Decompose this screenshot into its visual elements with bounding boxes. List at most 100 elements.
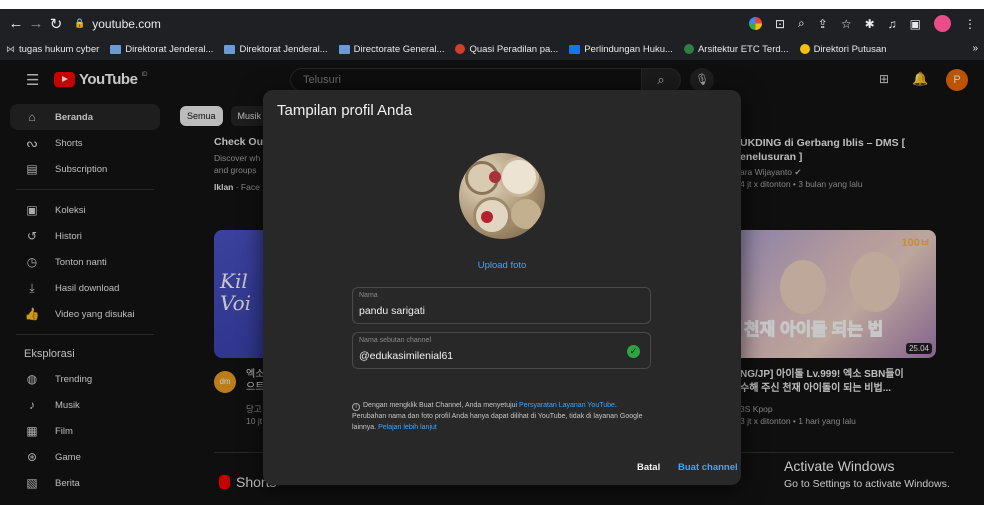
extensions-icon[interactable]: ✱ bbox=[865, 17, 875, 31]
watch-later-icon: ◷ bbox=[26, 255, 38, 269]
bookmark-item[interactable]: ⋈ tugas hukum cyber bbox=[6, 44, 99, 55]
search-button[interactable]: ⌕ bbox=[641, 68, 681, 92]
back-icon[interactable]: ← bbox=[6, 14, 26, 34]
forward-icon[interactable]: → bbox=[26, 14, 46, 34]
video-thumbnail[interactable]: 100ㅂ 천재 아이돌 되는 법 25.04 bbox=[740, 230, 936, 358]
subscriptions-icon: ▤ bbox=[26, 162, 38, 176]
handle-field-value: @edukasimilenial61 bbox=[359, 350, 454, 362]
mic-button[interactable]: 🎙 bbox=[690, 68, 714, 92]
video-meta: 3S Kpop 3 jt x ditonton • 1 hari yang lal… bbox=[740, 404, 856, 426]
upload-photo-link[interactable]: Upload foto bbox=[263, 260, 741, 271]
sidebar-item-tonton-nanti[interactable]: ◷ Tonton nanti bbox=[0, 249, 170, 275]
sidebar-item-musik[interactable]: ♪ Musik bbox=[0, 392, 170, 418]
photo-detail bbox=[499, 157, 539, 197]
bookmark-item[interactable]: Arsitektur ETC Terd... bbox=[683, 44, 789, 55]
url-text: youtube.com bbox=[92, 16, 161, 31]
star-icon[interactable]: ☆ bbox=[841, 17, 852, 31]
bookmarks-bar: ⋈ tugas hukum cyber Direktorat Jenderal..… bbox=[0, 38, 984, 60]
like-icon: 👍 bbox=[24, 307, 40, 321]
mic-icon: 🎙 bbox=[695, 74, 709, 86]
film-icon: ▦ bbox=[26, 424, 38, 438]
folder-icon bbox=[110, 44, 122, 54]
cancel-button[interactable]: Batal bbox=[637, 462, 660, 473]
create-icon[interactable]: ⊞ bbox=[879, 72, 889, 86]
bookmark-item[interactable]: Quasi Peradilan pa... bbox=[455, 44, 558, 55]
home-icon: ⌂ bbox=[28, 110, 36, 124]
google-icon[interactable] bbox=[748, 17, 762, 30]
sidebar-item-film[interactable]: ▦ Film bbox=[0, 418, 170, 444]
browser-profile-avatar[interactable] bbox=[934, 15, 951, 32]
bookmark-item[interactable]: Direktorat Jenderal... bbox=[110, 44, 213, 55]
avatar[interactable]: P bbox=[946, 69, 968, 91]
browser-toolbar: ← → ↻ 🔒 youtube.com ⊡ ⌕ ⇪ ☆ ✱ ♫ ▣ ⋮ bbox=[0, 9, 984, 38]
name-field-label: Nama bbox=[359, 292, 378, 299]
terms-link[interactable]: Persyaratan Layanan YouTube bbox=[519, 402, 615, 409]
hamburger-menu-icon[interactable]: ☰ bbox=[26, 71, 39, 89]
globe-icon bbox=[799, 44, 810, 54]
sidebar-item-histori[interactable]: ↺ Histori bbox=[0, 223, 170, 249]
ad-meta: Iklan · Face bbox=[214, 182, 260, 192]
create-channel-button[interactable]: Buat channel bbox=[678, 462, 738, 473]
youtube-logo[interactable]: YouTube ID bbox=[54, 71, 147, 88]
sidebar-item-berita[interactable]: ▧ Berita bbox=[0, 470, 170, 496]
chip-semua[interactable]: Semua bbox=[180, 106, 223, 126]
sidebar-item-game[interactable]: ⊛ Game bbox=[0, 444, 170, 470]
sidebar-item-shorts[interactable]: ᔓ Shorts bbox=[0, 130, 170, 156]
sidebar-section-heading: Eksplorasi bbox=[24, 348, 75, 360]
photo-detail bbox=[489, 171, 501, 183]
photo-detail bbox=[511, 199, 541, 229]
install-icon[interactable]: ⊡ bbox=[775, 17, 785, 31]
check-circle-icon: ✓ bbox=[627, 345, 640, 358]
ad-title[interactable]: Check Out bbox=[214, 136, 267, 148]
video-title[interactable]: UKDING di Gerbang Iblis – DMS [enelusura… bbox=[740, 136, 905, 164]
learn-more-link[interactable]: Pelajari lebih lanjut bbox=[378, 424, 437, 431]
bookmark-item[interactable]: Direktorat Jenderal... bbox=[224, 44, 328, 55]
zoom-icon[interactable]: ⌕ bbox=[798, 16, 805, 31]
address-bar[interactable]: 🔒 youtube.com bbox=[74, 17, 161, 31]
sidebar-item-video-disukai[interactable]: 👍 Video yang disukai bbox=[0, 301, 170, 327]
sidebar: ⌂ Beranda ᔓ Shorts ▤ Subscription ▣ Koleksi … bbox=[0, 104, 170, 496]
dialog-title: Tampilan profil Anda bbox=[277, 102, 413, 119]
bell-icon[interactable]: 🔔 bbox=[912, 71, 928, 87]
name-field[interactable]: Nama pandu sarigati bbox=[352, 287, 651, 324]
sidebar-item-koleksi[interactable]: ▣ Koleksi bbox=[0, 197, 170, 223]
video-title[interactable]: 엑소 으트 bbox=[246, 368, 264, 394]
video-thumbnail[interactable]: Kil Voi bbox=[214, 230, 264, 358]
media-icon[interactable]: ♫ bbox=[888, 17, 897, 31]
sidepanel-icon[interactable]: ▣ bbox=[910, 17, 921, 31]
bookmark-icon: ⋈ bbox=[6, 43, 15, 54]
youtube-play-icon bbox=[54, 72, 75, 87]
name-field-value: pandu sarigati bbox=[359, 305, 425, 317]
sidebar-item-beranda[interactable]: ⌂ Beranda bbox=[10, 104, 160, 130]
globe-icon bbox=[683, 44, 694, 54]
profile-photo[interactable] bbox=[459, 153, 545, 239]
search-input[interactable]: Telusuri bbox=[290, 68, 642, 92]
channel-avatar[interactable]: dm bbox=[214, 371, 236, 393]
terms-notice: i Dengan mengklik Buat Channel, Anda meny… bbox=[352, 402, 643, 431]
handle-field[interactable]: Nama sebutan channel @edukasimilenial61 … bbox=[352, 332, 651, 369]
profile-dialog: Tampilan profil Anda Upload foto Nama pa… bbox=[263, 90, 741, 485]
bookmark-item[interactable]: Directorate General... bbox=[338, 44, 444, 55]
shorts-icon bbox=[219, 475, 230, 489]
photo-detail bbox=[481, 211, 493, 223]
filter-chips: Semua Musik bbox=[180, 106, 269, 126]
shorts-icon: ᔓ bbox=[26, 136, 38, 150]
music-icon: ♪ bbox=[29, 398, 35, 412]
info-icon: i bbox=[352, 403, 360, 411]
handle-field-label: Nama sebutan channel bbox=[359, 337, 431, 344]
bookmark-item[interactable]: Direktori Putusan bbox=[799, 44, 886, 55]
video-title[interactable]: NG/JP] 아이돌 Lv.999! 엑소 SBN들이 수해 주신 천재 아이돌이… bbox=[740, 368, 904, 396]
duration-badge: 25.04 bbox=[905, 343, 932, 354]
reload-icon[interactable]: ↻ bbox=[46, 14, 66, 34]
sidebar-item-trending[interactable]: ◍ Trending bbox=[0, 366, 170, 392]
bookmarks-more-button[interactable]: » bbox=[972, 43, 978, 54]
sidebar-item-subscription[interactable]: ▤ Subscription bbox=[0, 156, 170, 182]
menu-icon[interactable]: ⋮ bbox=[964, 17, 976, 31]
bookmark-item[interactable]: Perlindungan Huku... bbox=[569, 44, 673, 55]
sidebar-item-hasil-download[interactable]: ⤓ Hasil download bbox=[0, 275, 170, 301]
library-icon: ▣ bbox=[26, 203, 38, 217]
download-icon: ⤓ bbox=[29, 280, 35, 295]
share-icon[interactable]: ⇪ bbox=[818, 17, 828, 31]
sidebar-divider bbox=[16, 189, 154, 190]
search-icon: ⌕ bbox=[657, 72, 665, 87]
